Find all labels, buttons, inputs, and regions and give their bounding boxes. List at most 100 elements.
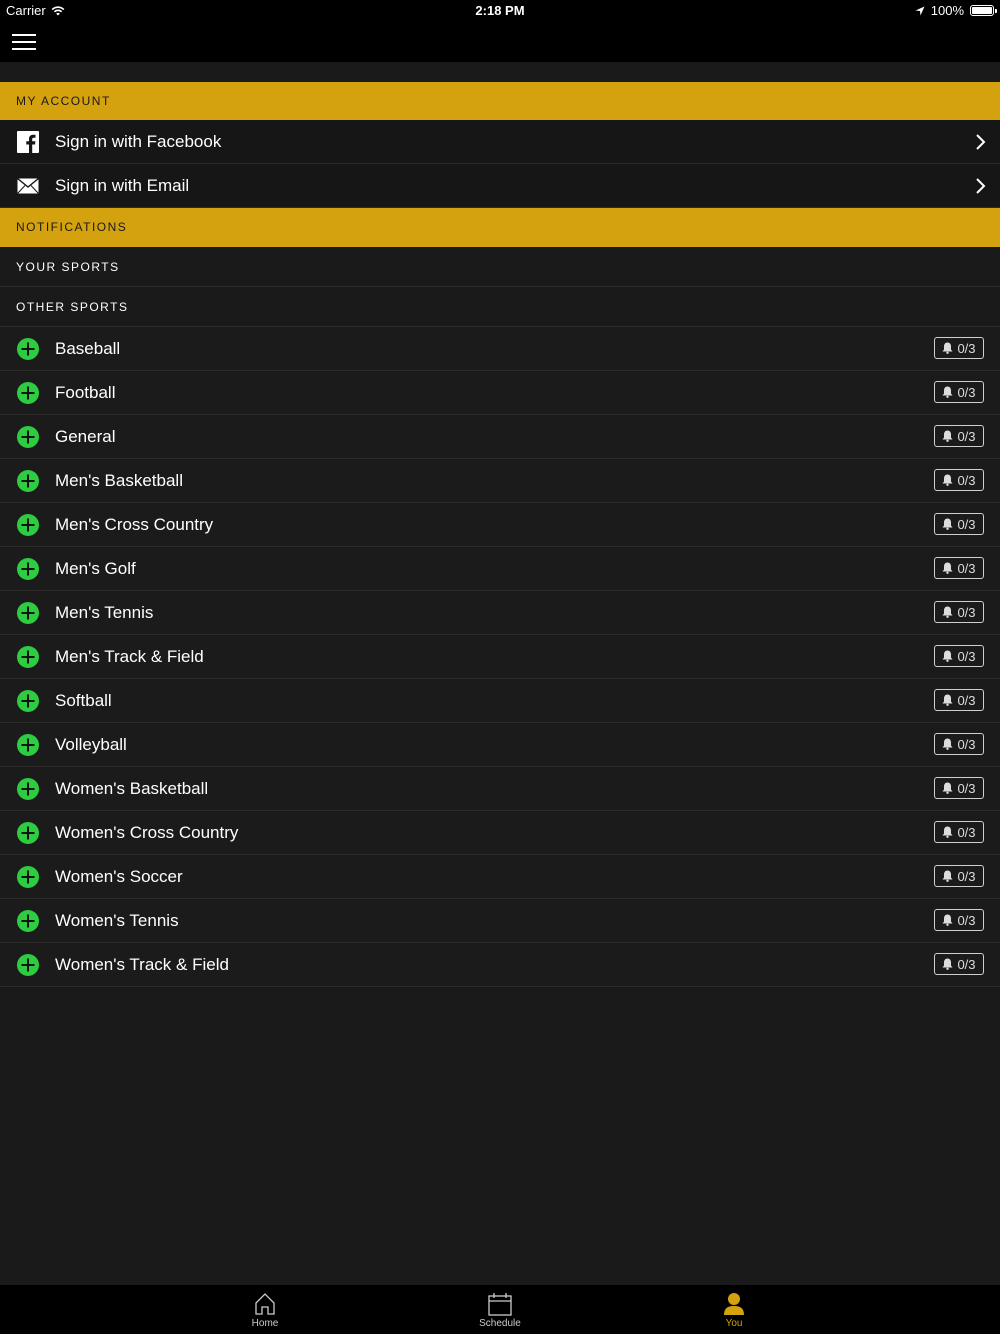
plus-circle-icon[interactable] xyxy=(17,777,39,800)
sport-row[interactable]: Men's Basketball 0/3 xyxy=(0,459,1000,503)
notification-count: 0/3 xyxy=(957,384,976,400)
notification-count: 0/3 xyxy=(957,648,976,664)
sport-name: Men's Tennis xyxy=(55,602,154,622)
tab-home[interactable]: Home xyxy=(205,1285,325,1334)
notification-count: 0/3 xyxy=(957,516,976,532)
hamburger-menu-icon[interactable] xyxy=(12,34,36,50)
plus-circle-icon[interactable] xyxy=(17,601,39,624)
sport-name: Baseball xyxy=(55,338,121,358)
plus-circle-icon[interactable] xyxy=(17,425,39,448)
plus-circle-icon[interactable] xyxy=(17,909,39,932)
other-sports-header: OTHER SPORTS xyxy=(0,287,1000,327)
notification-count: 0/3 xyxy=(957,428,976,444)
notification-count: 0/3 xyxy=(957,736,976,752)
notification-count-badge[interactable]: 0/3 xyxy=(934,733,984,755)
bell-icon xyxy=(942,694,953,706)
sport-row[interactable]: General 0/3 xyxy=(0,415,1000,459)
notification-count-badge[interactable]: 0/3 xyxy=(934,821,984,843)
plus-circle-icon[interactable] xyxy=(17,865,39,888)
bell-icon xyxy=(942,782,953,794)
notification-count-badge[interactable]: 0/3 xyxy=(934,469,984,491)
battery-icon xyxy=(970,5,997,16)
nav-bar xyxy=(0,22,1000,62)
sport-name: Volleyball xyxy=(55,734,127,754)
notification-count-badge[interactable]: 0/3 xyxy=(934,865,984,887)
notification-count: 0/3 xyxy=(957,780,976,796)
notification-count-badge[interactable]: 0/3 xyxy=(934,909,984,931)
plus-circle-icon[interactable] xyxy=(17,953,39,976)
sport-row[interactable]: Women's Tennis 0/3 xyxy=(0,899,1000,943)
sport-row[interactable]: Volleyball 0/3 xyxy=(0,723,1000,767)
notification-count: 0/3 xyxy=(957,560,976,576)
status-right: 100% xyxy=(915,3,997,18)
sport-name: General xyxy=(55,426,116,446)
notification-count-badge[interactable]: 0/3 xyxy=(934,689,984,711)
sport-name: Men's Track & Field xyxy=(55,646,204,666)
tab-schedule[interactable]: Schedule xyxy=(440,1285,560,1334)
tab-you[interactable]: You xyxy=(674,1285,794,1334)
bell-icon xyxy=(942,342,953,354)
sport-name: Men's Basketball xyxy=(55,470,183,490)
notification-count-badge[interactable]: 0/3 xyxy=(934,953,984,975)
plus-circle-icon[interactable] xyxy=(17,513,39,536)
sport-name: Football xyxy=(55,382,116,402)
sport-row[interactable]: Men's Cross Country 0/3 xyxy=(0,503,1000,547)
bell-icon xyxy=(942,474,953,486)
sport-name: Men's Golf xyxy=(55,558,136,578)
notifications-header: NOTIFICATIONS xyxy=(0,208,1000,247)
bell-icon xyxy=(942,914,953,926)
notification-count: 0/3 xyxy=(957,912,976,928)
notification-count: 0/3 xyxy=(957,956,976,972)
sport-row[interactable]: Women's Soccer 0/3 xyxy=(0,855,1000,899)
sport-name: Women's Cross Country xyxy=(55,822,239,842)
sport-row[interactable]: Football 0/3 xyxy=(0,371,1000,415)
plus-circle-icon[interactable] xyxy=(17,689,39,712)
tab-you-label: You xyxy=(725,1318,743,1329)
notification-count: 0/3 xyxy=(957,868,976,884)
sport-row[interactable]: Women's Cross Country 0/3 xyxy=(0,811,1000,855)
sport-row[interactable]: Men's Track & Field 0/3 xyxy=(0,635,1000,679)
tab-bar: Home Schedule You xyxy=(0,1285,1000,1334)
main-content: MY ACCOUNT Sign in with Facebook Sign in… xyxy=(0,82,1000,987)
bell-icon xyxy=(942,650,953,662)
notification-count-badge[interactable]: 0/3 xyxy=(934,337,984,359)
location-arrow-icon xyxy=(915,6,925,15)
notification-count: 0/3 xyxy=(957,604,976,620)
plus-circle-icon[interactable] xyxy=(17,381,39,404)
sign-in-facebook-row[interactable]: Sign in with Facebook xyxy=(0,120,1000,164)
plus-circle-icon[interactable] xyxy=(17,557,39,580)
home-icon xyxy=(255,1293,275,1315)
sport-row[interactable]: Men's Tennis 0/3 xyxy=(0,591,1000,635)
sport-name: Women's Basketball xyxy=(55,778,209,798)
tab-home-label: Home xyxy=(251,1318,279,1329)
sport-row[interactable]: Women's Basketball 0/3 xyxy=(0,767,1000,811)
notification-count-badge[interactable]: 0/3 xyxy=(934,777,984,799)
notification-count-badge[interactable]: 0/3 xyxy=(934,381,984,403)
plus-circle-icon[interactable] xyxy=(17,469,39,492)
plus-circle-icon[interactable] xyxy=(17,733,39,756)
plus-circle-icon[interactable] xyxy=(17,337,39,360)
sport-row[interactable]: Baseball 0/3 xyxy=(0,327,1000,371)
envelope-icon xyxy=(17,175,39,197)
sport-name: Softball xyxy=(55,690,112,710)
sport-row[interactable]: Men's Golf 0/3 xyxy=(0,547,1000,591)
sport-row[interactable]: Women's Track & Field 0/3 xyxy=(0,943,1000,987)
notification-count-badge[interactable]: 0/3 xyxy=(934,601,984,623)
plus-circle-icon[interactable] xyxy=(17,645,39,668)
person-icon xyxy=(724,1293,744,1315)
sign-in-email-row[interactable]: Sign in with Email xyxy=(0,164,1000,208)
sport-name: Women's Tennis xyxy=(55,910,179,930)
plus-circle-icon[interactable] xyxy=(17,821,39,844)
calendar-icon xyxy=(488,1293,512,1316)
bell-icon xyxy=(942,562,953,574)
notification-count: 0/3 xyxy=(957,340,976,356)
sport-row[interactable]: Softball 0/3 xyxy=(0,679,1000,723)
bell-icon xyxy=(942,606,953,618)
notification-count-badge[interactable]: 0/3 xyxy=(934,513,984,535)
notification-count-badge[interactable]: 0/3 xyxy=(934,557,984,579)
sport-name: Men's Cross Country xyxy=(55,514,214,534)
notification-count-badge[interactable]: 0/3 xyxy=(934,645,984,667)
status-time: 2:18 PM xyxy=(475,3,525,18)
notification-count-badge[interactable]: 0/3 xyxy=(934,425,984,447)
chevron-right-icon xyxy=(976,178,986,194)
